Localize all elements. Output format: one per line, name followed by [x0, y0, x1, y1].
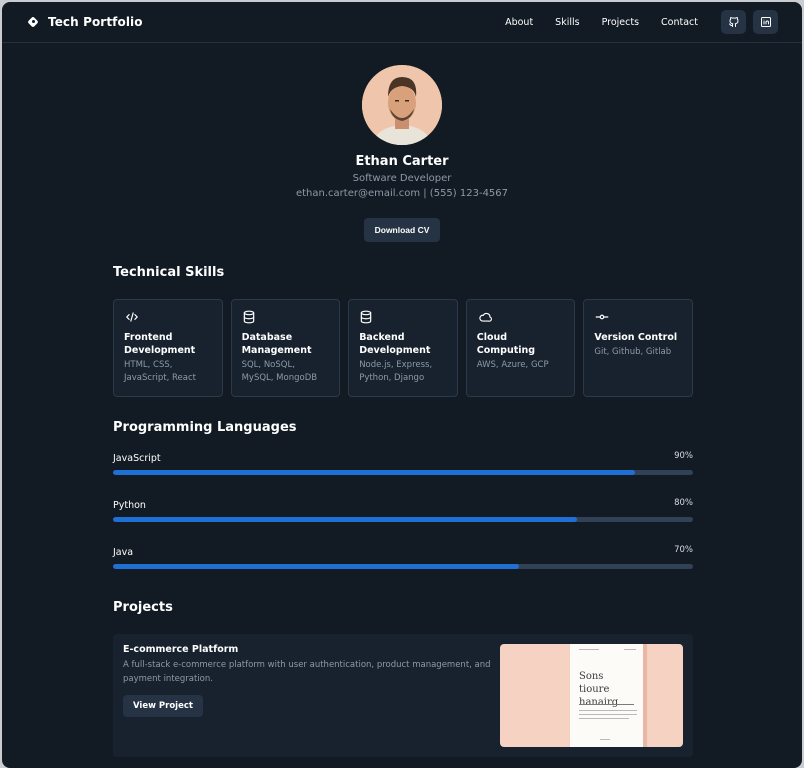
- github-button[interactable]: [721, 10, 746, 34]
- project-title: E-commerce Platform: [123, 644, 239, 655]
- linkedin-button[interactable]: [753, 10, 778, 34]
- database-icon: [243, 310, 254, 324]
- progress-fill: [113, 470, 635, 475]
- progress-fill: [113, 517, 577, 522]
- progress-track: [113, 517, 693, 522]
- nav-skills-link[interactable]: Skills: [555, 17, 579, 28]
- skills-title: Technical Skills: [113, 265, 225, 280]
- skill-title: Cloud Computing: [476, 332, 536, 356]
- cloud-icon: [479, 312, 492, 322]
- skill-title: Version Control: [594, 332, 678, 343]
- nav-projects-link[interactable]: Projects: [602, 17, 639, 28]
- progress-track: [113, 470, 693, 475]
- skill-card-frontend: Frontend Development HTML, CSS, JavaScri…: [113, 299, 223, 397]
- brand-name: Tech Portfolio: [48, 15, 143, 29]
- database-icon: [360, 310, 372, 324]
- languages-title: Programming Languages: [113, 420, 297, 435]
- avatar-portrait: [362, 65, 442, 145]
- project-description: A full-stack e-commerce platform with us…: [123, 660, 491, 684]
- language-name: Java: [113, 547, 134, 558]
- github-icon: [728, 17, 738, 27]
- language-name: JavaScript: [113, 453, 161, 464]
- language-row: Python 80%: [113, 498, 693, 547]
- person-name: Ethan Carter: [355, 154, 449, 169]
- projects-title: Projects: [113, 600, 173, 615]
- portfolio-window: Tech Portfolio About Skills Projects Con…: [2, 2, 802, 768]
- logo-icon: [28, 17, 38, 27]
- project-thumbnail[interactable]: Sons tioure hanairg: [500, 644, 683, 747]
- language-list: JavaScript 90% Python 80% Java 70%: [113, 451, 693, 594]
- profile-section: Ethan Carter Software Developer ethan.ca…: [2, 43, 802, 242]
- skills-section: Technical Skills Frontend Development HT…: [113, 265, 693, 397]
- main-nav: About Skills Projects Contact: [505, 17, 698, 28]
- skill-desc: Git, Github, Gitlab: [594, 347, 672, 357]
- nav-contact-link[interactable]: Contact: [661, 17, 698, 28]
- language-percent: 70%: [674, 545, 693, 555]
- skill-desc: HTML, CSS, JavaScript, React: [124, 360, 196, 383]
- progress-fill: [113, 564, 519, 569]
- skill-card-backend: Backend Development Node.js, Express, Py…: [348, 299, 458, 397]
- language-percent: 90%: [674, 451, 693, 461]
- git-commit-icon: [595, 314, 609, 320]
- languages-section: Programming Languages JavaScript 90% Pyt…: [113, 420, 693, 594]
- progress-track: [113, 564, 693, 569]
- brand[interactable]: Tech Portfolio: [28, 15, 143, 29]
- skill-card-database: Database Management SQL, NoSQL, MySQL, M…: [230, 299, 341, 397]
- skill-desc: SQL, NoSQL, MySQL, MongoDB: [241, 360, 318, 383]
- skill-card-version-control: Version Control Git, Github, Gitlab: [583, 299, 693, 397]
- skill-title: Database Management: [241, 332, 312, 356]
- job-role: Software Developer: [352, 173, 452, 184]
- language-row: JavaScript 90%: [113, 451, 693, 500]
- avatar: [362, 65, 442, 145]
- skill-title: Frontend Development: [124, 332, 196, 356]
- contact-info: ethan.carter@email.com | (555) 123-4567: [295, 188, 509, 199]
- language-name: Python: [113, 500, 146, 511]
- skills-grid: Frontend Development HTML, CSS, JavaScri…: [113, 299, 693, 397]
- linkedin-icon: [760, 17, 771, 27]
- language-percent: 80%: [674, 498, 693, 508]
- skill-title: Backend Development: [359, 332, 431, 356]
- nav-about-link[interactable]: About: [505, 17, 533, 28]
- project-card: E-commerce Platform A full-stack e-comme…: [113, 634, 693, 757]
- skill-card-cloud: Cloud Computing AWS, Azure, GCP: [465, 299, 576, 397]
- social-links: [721, 10, 778, 34]
- download-cv-button[interactable]: Download CV: [363, 218, 441, 242]
- language-row: Java 70%: [113, 545, 693, 594]
- skill-desc: Node.js, Express, Python, Django: [359, 360, 433, 383]
- view-project-button[interactable]: View Project: [123, 695, 203, 717]
- skill-desc: AWS, Azure, GCP: [476, 360, 549, 370]
- book-mockup: Sons tioure hanairg: [570, 644, 643, 747]
- projects-section: Projects E-commerce Platform A full-stac…: [113, 600, 693, 757]
- code-icon: [126, 312, 138, 322]
- top-navigation: Tech Portfolio About Skills Projects Con…: [2, 2, 802, 43]
